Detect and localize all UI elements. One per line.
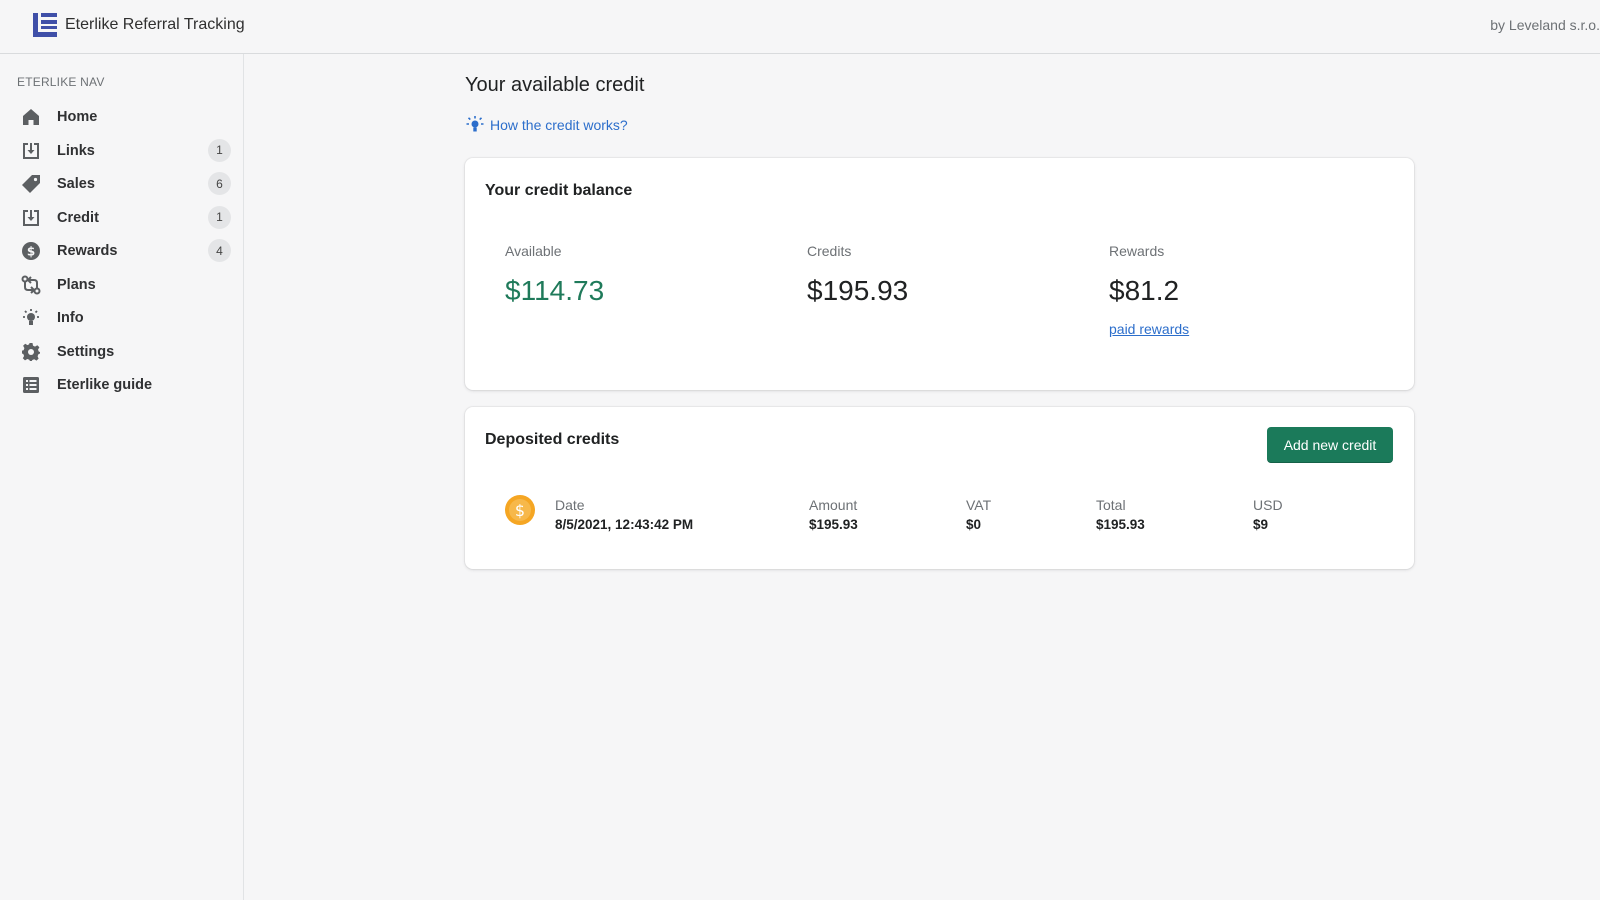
sidebar-item-info[interactable]: Info [0,301,244,335]
page-title: Your available credit [465,74,645,96]
sidebar-item-label: Home [57,109,98,125]
usd-value: $9 [1253,517,1269,532]
stat-label: Rewards [1109,243,1165,259]
lightbulb-icon [466,116,484,132]
help-link[interactable]: How the credit works? [465,115,628,135]
nav-heading: ETERLIKE NAV [17,75,105,89]
inbox-download-icon [21,208,41,228]
add-new-credit-button[interactable]: Add new credit [1267,427,1393,463]
sidebar-item-label: Links [57,142,95,159]
count-badge: 4 [208,239,231,262]
sidebar: ETERLIKE NAV Home Links 1 Sales 6 Credit… [0,54,244,900]
sidebar-item-settings[interactable]: Settings [0,335,244,369]
nav-list: Home Links 1 Sales 6 Credit 1 $ Rewards … [0,100,244,402]
gear-icon [21,342,41,362]
count-badge: 1 [208,205,231,229]
sidebar-item-rewards[interactable]: $ Rewards 4 [0,234,244,268]
available-value: $114.73 [505,275,605,306]
amount-column: Amount $195.93 [809,497,858,532]
sidebar-item-label: Sales [57,176,95,192]
help-link-label: How the credit works? [490,117,628,133]
sidebar-item-credit[interactable]: Credit 1 [0,201,244,235]
main-content: Your available credit How the credit wor… [244,54,1600,900]
dollar-coin-icon: $ [505,495,535,525]
sidebar-item-label: Settings [57,343,115,360]
column-label: USD [1253,497,1283,513]
credit-balance-card: Your credit balance Available $114.73 Cr… [465,158,1414,390]
total-value: $195.93 [1096,517,1145,532]
lightbulb-icon [21,308,41,328]
rewards-stat: Rewards $81.2 paid rewards [1109,243,1189,337]
table-row: $ Date 8/5/2021, 12:43:42 PM Amount $195… [505,495,1385,539]
card-title: Your credit balance [485,182,633,199]
dollar-circle-icon: $ [21,241,41,261]
sidebar-item-label: Rewards [57,243,118,259]
svg-text:$: $ [515,501,525,520]
date-value: 8/5/2021, 12:43:42 PM [555,517,694,532]
credits-value: $195.93 [807,275,909,306]
inbox-download-icon [21,141,41,161]
sidebar-item-plans[interactable]: Plans [0,268,244,302]
paid-rewards-link[interactable]: paid rewards [1109,321,1189,337]
svg-text:$: $ [27,245,35,259]
eterlike-logo-icon[interactable] [32,12,58,38]
tag-icon [21,174,41,194]
credits-stat: Credits $195.93 [807,243,908,307]
list-icon [21,375,41,395]
column-label: VAT [966,497,992,513]
sidebar-item-guide[interactable]: Eterlike guide [0,368,244,402]
deposited-credits-card: Deposited credits Add new credit $ Date … [465,407,1414,569]
sidebar-item-label: Info [57,310,84,326]
vat-column: VAT $0 [966,497,991,532]
total-column: Total $195.93 [1096,497,1145,532]
stat-label: Available [505,243,562,259]
column-label: Amount [809,497,858,513]
count-badge: 1 [208,138,231,162]
rewards-value: $81.2 [1109,275,1180,306]
app-title: Eterlike Referral Tracking [65,16,245,33]
usd-column: USD $9 [1253,497,1283,532]
sidebar-item-sales[interactable]: Sales 6 [0,167,244,201]
sidebar-item-label: Credit [57,209,99,226]
amount-value: $195.93 [809,517,858,532]
sidebar-item-label: Eterlike guide [57,377,153,393]
available-stat: Available $114.73 [505,243,604,307]
stat-label: Credits [807,243,852,259]
card-title: Deposited credits [485,431,620,448]
column-label: Date [555,497,585,513]
vat-value: $0 [966,517,982,532]
column-label: Total [1096,497,1126,513]
exchange-icon [21,275,41,295]
vendor-label: by Leveland s.r.o. [1490,17,1600,33]
sidebar-item-links[interactable]: Links 1 [0,134,244,168]
top-bar: Eterlike Referral Tracking by Leveland s… [0,0,1600,54]
count-badge: 6 [208,172,231,195]
sidebar-item-home[interactable]: Home [0,100,244,134]
home-icon [21,107,41,127]
date-column: Date 8/5/2021, 12:43:42 PM [555,497,693,532]
sidebar-item-label: Plans [57,276,96,293]
